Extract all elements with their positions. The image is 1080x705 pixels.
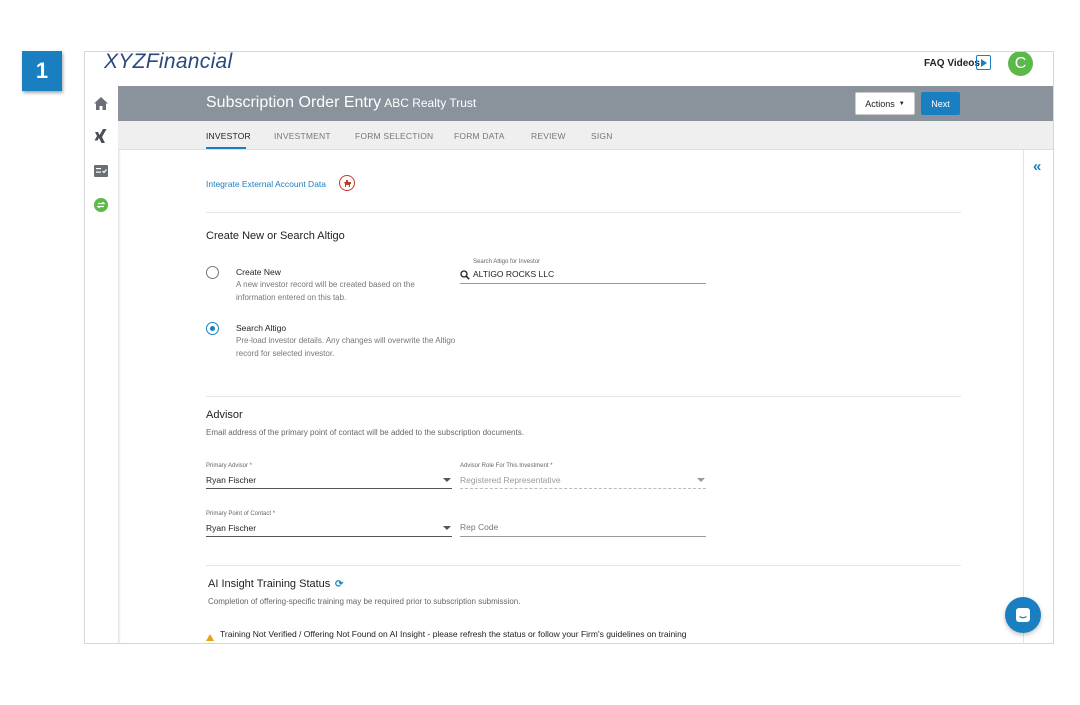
section-divider	[206, 396, 961, 397]
nav-shadow	[118, 86, 121, 643]
page-title: Subscription Order Entry ABC Realty Trust	[206, 94, 477, 111]
tab-investment[interactable]: INVESTMENT	[274, 131, 331, 141]
tab-investor[interactable]: INVESTOR	[206, 131, 251, 141]
top-bar: XYZFinancial FAQ Videos C	[85, 52, 1053, 86]
search-investor-input[interactable]: ALTIGO ROCKS LLC	[473, 269, 554, 279]
section-divider	[206, 212, 961, 213]
primary-contact-label: Primary Point of Contact *	[206, 511, 276, 517]
ai-insight-heading: AI Insight Training Status	[208, 578, 331, 590]
tab-form-data[interactable]: FORM DATA	[454, 131, 505, 141]
step-number-badge: 1	[22, 51, 62, 91]
chevron-down-icon[interactable]	[443, 526, 451, 530]
advisor-role-select[interactable]: Registered Representative	[460, 475, 561, 485]
search-altigo-radio[interactable]	[206, 322, 219, 335]
advisor-heading: Advisor	[206, 409, 243, 421]
refresh-icon[interactable]: ⟳	[335, 579, 343, 590]
rep-code-input[interactable]: Rep Code	[460, 522, 498, 532]
advisor-role-label: Advisor Role For This Investment *	[460, 463, 553, 469]
chevron-down-icon[interactable]	[443, 478, 451, 482]
dog-logo-icon[interactable]	[339, 175, 355, 191]
tab-sign[interactable]: SIGN	[591, 131, 613, 141]
faq-videos-link[interactable]: FAQ Videos	[924, 58, 980, 69]
user-avatar[interactable]: C	[1008, 52, 1033, 76]
tab-review[interactable]: REVIEW	[531, 131, 566, 141]
chat-support-button[interactable]	[1005, 597, 1041, 633]
primary-advisor-label: Primary Advisor *	[206, 463, 253, 469]
warning-icon	[206, 634, 214, 641]
left-navigation	[85, 86, 118, 643]
page-subtitle: ABC Realty Trust	[384, 96, 477, 110]
xing-icon[interactable]	[92, 128, 110, 146]
search-investor-label: Search Altigo for Investor	[473, 259, 541, 265]
search-altigo-description: Pre-load investor details. Any changes w…	[236, 336, 456, 358]
create-search-heading: Create New or Search Altigo	[206, 230, 345, 242]
search-altigo-label: Search Altigo	[236, 323, 287, 333]
section-divider	[206, 565, 961, 566]
double-chevron-left-icon[interactable]: «	[1033, 159, 1041, 174]
create-new-radio[interactable]	[206, 266, 219, 279]
task-checklist-icon[interactable]	[92, 162, 110, 180]
advisor-description: Email address of the primary point of co…	[206, 428, 524, 437]
video-play-icon[interactable]	[976, 55, 991, 70]
create-new-label: Create New	[236, 267, 281, 277]
right-collapse-panel: «	[1023, 150, 1053, 643]
tab-bar: INVESTOR INVESTMENT FORM SELECTION FORM …	[118, 121, 1053, 150]
sync-exchange-icon[interactable]	[92, 196, 110, 214]
ai-insight-description: Completion of offering-specific training…	[208, 597, 521, 606]
primary-advisor-select[interactable]: Ryan Fischer	[206, 475, 256, 485]
integrate-external-account-link[interactable]: Integrate External Account Data	[206, 179, 326, 189]
chevron-down-icon[interactable]	[697, 478, 705, 482]
active-tab-indicator	[206, 147, 246, 149]
page-header: Subscription Order Entry ABC Realty Trust…	[118, 86, 1053, 121]
caret-down-icon: ▼	[898, 100, 905, 107]
create-new-description: A new investor record will be created ba…	[236, 280, 415, 302]
primary-contact-select[interactable]: Ryan Fischer	[206, 523, 256, 533]
app-window: XYZFinancial FAQ Videos C Subscription O…	[84, 51, 1054, 644]
next-button[interactable]: Next	[921, 92, 960, 115]
tab-form-selection[interactable]: FORM SELECTION	[355, 131, 433, 141]
actions-button[interactable]: Actions ▼	[855, 92, 915, 115]
brand-logo[interactable]: XYZFinancial	[104, 52, 233, 74]
chat-icon	[1016, 608, 1030, 622]
home-icon[interactable]	[92, 94, 110, 112]
training-warning-message: Training Not Verified / Offering Not Fou…	[220, 629, 687, 643]
